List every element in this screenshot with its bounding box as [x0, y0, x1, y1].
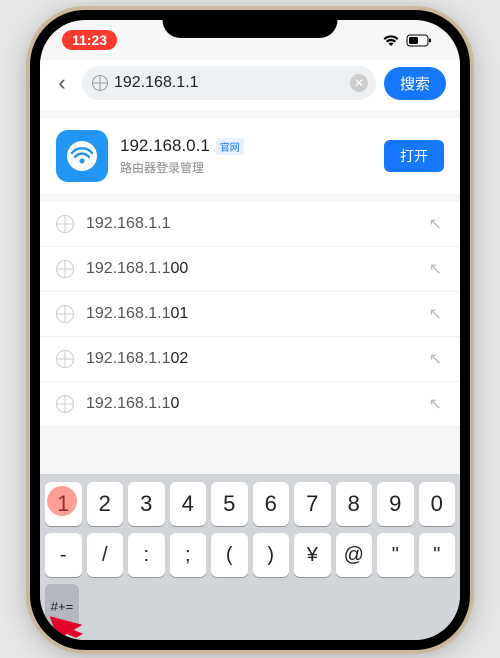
key-8[interactable]: 8	[336, 482, 373, 526]
key-dash[interactable]: -	[45, 533, 82, 577]
key-6[interactable]: 6	[253, 482, 290, 526]
key-1[interactable]: 1	[45, 482, 82, 526]
suggestion-item[interactable]: 192.168.1.101 ↖	[40, 292, 460, 337]
key-4[interactable]: 4	[170, 482, 207, 526]
screen: 11:23 ‹ 192.168.1.1 ✕ 搜索	[40, 20, 460, 640]
key-yen[interactable]: ¥	[294, 533, 331, 577]
open-button[interactable]: 打开	[384, 140, 444, 172]
url-text: 192.168.1.1	[114, 74, 344, 92]
app-result-card[interactable]: 192.168.0.1 官网 路由器登录管理 打开	[40, 118, 460, 194]
keyboard: 1 2 3 4 5 6 7 8 9 0 - / : ; ( ) ¥ @	[40, 474, 460, 640]
key-paren-open[interactable]: (	[211, 533, 248, 577]
app-badge: 官网	[216, 138, 244, 155]
key-slash[interactable]: /	[87, 533, 124, 577]
key-semicolon[interactable]: ;	[170, 533, 207, 577]
suggestion-item[interactable]: 192.168.1.10 ↖	[40, 382, 460, 427]
battery-icon	[406, 34, 432, 47]
app-icon	[56, 130, 108, 182]
key-3[interactable]: 3	[128, 482, 165, 526]
app-subtitle: 路由器登录管理	[120, 159, 372, 176]
fill-arrow-icon[interactable]: ↖	[429, 304, 442, 324]
phone-frame: 11:23 ‹ 192.168.1.1 ✕ 搜索	[30, 10, 470, 650]
search-button[interactable]: 搜索	[384, 67, 446, 100]
key-colon[interactable]: :	[128, 533, 165, 577]
clear-button[interactable]: ✕	[350, 74, 368, 92]
key-2[interactable]: 2	[87, 482, 124, 526]
fill-arrow-icon[interactable]: ↖	[429, 394, 442, 414]
device-notch	[163, 10, 338, 38]
status-icons	[382, 34, 432, 47]
globe-icon	[56, 350, 74, 368]
key-at[interactable]: @	[336, 533, 373, 577]
key-quote-close[interactable]: "	[419, 533, 456, 577]
fill-arrow-icon[interactable]: ↖	[429, 259, 442, 279]
key-row-1: 1 2 3 4 5 6 7 8 9 0	[45, 482, 455, 526]
globe-icon	[56, 305, 74, 323]
url-input[interactable]: 192.168.1.1 ✕	[82, 66, 376, 100]
globe-icon	[92, 75, 108, 91]
fill-arrow-icon[interactable]: ↖	[429, 349, 442, 369]
suggestion-item[interactable]: 192.168.1.100 ↖	[40, 247, 460, 292]
key-row-2: - / : ; ( ) ¥ @ " "	[45, 533, 455, 577]
key-quote-open[interactable]: "	[377, 533, 414, 577]
key-5[interactable]: 5	[211, 482, 248, 526]
suggestion-item[interactable]: 192.168.1.102 ↖	[40, 337, 460, 382]
search-bar: ‹ 192.168.1.1 ✕ 搜索	[40, 60, 460, 110]
back-button[interactable]: ‹	[50, 70, 74, 96]
key-paren-close[interactable]: )	[253, 533, 290, 577]
suggestion-item[interactable]: 192.168.1.1 ↖	[40, 202, 460, 247]
globe-icon	[56, 395, 74, 413]
fill-arrow-icon[interactable]: ↖	[429, 214, 442, 234]
recording-time-pill[interactable]: 11:23	[62, 30, 117, 50]
key-9[interactable]: 9	[377, 482, 414, 526]
key-row-3: #+=	[45, 584, 455, 628]
globe-icon	[56, 260, 74, 278]
wifi-icon	[382, 34, 400, 47]
app-title: 192.168.0.1	[120, 136, 210, 156]
key-7[interactable]: 7	[294, 482, 331, 526]
suggestion-list: 192.168.1.1 ↖ 192.168.1.100 ↖ 192.168.1.…	[40, 202, 460, 427]
touch-highlight	[47, 486, 77, 516]
globe-icon	[56, 215, 74, 233]
app-info: 192.168.0.1 官网 路由器登录管理	[120, 136, 372, 176]
key-0[interactable]: 0	[419, 482, 456, 526]
